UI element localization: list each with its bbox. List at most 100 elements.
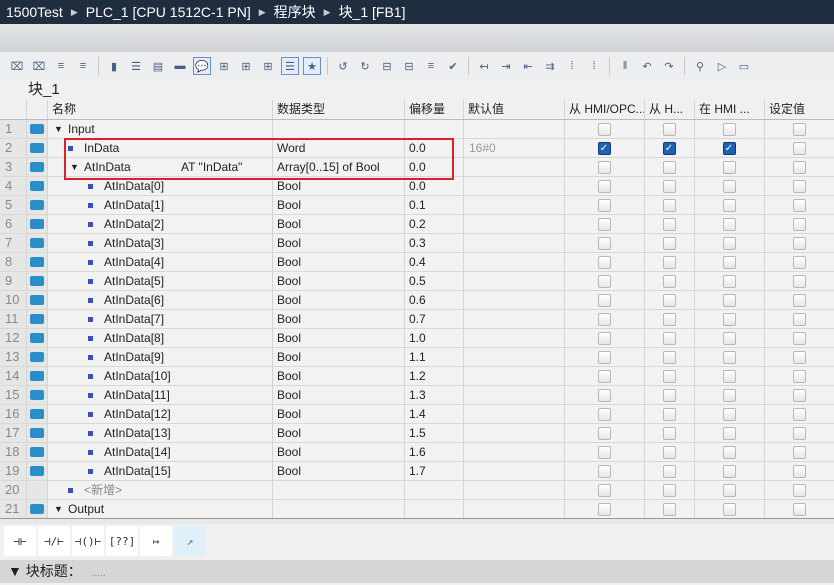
hmi-visible-checkbox[interactable] <box>662 389 676 402</box>
default-value-cell[interactable] <box>464 329 565 347</box>
hmi-accessible-checkbox[interactable] <box>597 199 611 212</box>
data-type-cell[interactable]: Bool <box>273 386 405 404</box>
hmi-visible-checkbox[interactable]: ✓ <box>662 142 676 155</box>
col-hmi-writeable[interactable]: 在 HMI ... <box>695 100 765 119</box>
coil-icon[interactable]: ⊣()⊢ <box>72 526 104 556</box>
empty-box-icon[interactable]: [??] <box>106 526 138 556</box>
breadcrumb-program-blocks[interactable]: 程序块 <box>274 0 316 24</box>
hmi-accessible-checkbox[interactable] <box>597 161 611 174</box>
default-value-cell[interactable] <box>464 177 565 195</box>
setpoint-checkbox[interactable] <box>792 408 806 421</box>
toolbar-button-icon[interactable]: 💬 <box>193 57 211 75</box>
hmi-visible-checkbox[interactable] <box>662 370 676 383</box>
hmi-accessible-checkbox[interactable] <box>597 313 611 326</box>
setpoint-checkbox[interactable] <box>792 199 806 212</box>
hmi-visible-checkbox[interactable] <box>662 199 676 212</box>
default-value-cell[interactable] <box>464 310 565 328</box>
name-cell[interactable]: AtInData[1] <box>48 196 273 214</box>
hmi-accessible-checkbox[interactable] <box>597 275 611 288</box>
toolbar-button-icon[interactable]: ↶ <box>638 57 656 75</box>
hmi-writeable-checkbox[interactable] <box>722 161 736 174</box>
toolbar-button-icon[interactable]: ⊞ <box>237 57 255 75</box>
default-value-cell[interactable] <box>464 215 565 233</box>
table-row[interactable]: 15 AtInData[11] Bool 1.3 <box>0 386 834 405</box>
default-value-cell[interactable] <box>464 405 565 423</box>
hmi-visible-checkbox[interactable] <box>662 123 676 136</box>
table-row[interactable]: 5 AtInData[1] Bool 0.1 <box>0 196 834 215</box>
name-cell[interactable]: AtInData[4] <box>48 253 273 271</box>
name-cell[interactable]: AtInData[7] <box>48 310 273 328</box>
toolbar-button-icon[interactable]: ↷ <box>660 57 678 75</box>
hmi-accessible-checkbox[interactable] <box>597 256 611 269</box>
hmi-accessible-checkbox[interactable] <box>597 237 611 250</box>
table-row[interactable]: 19 AtInData[15] Bool 1.7 <box>0 462 834 481</box>
default-value-cell[interactable] <box>464 386 565 404</box>
hmi-writeable-checkbox[interactable] <box>722 256 736 269</box>
hmi-visible-checkbox[interactable] <box>662 180 676 193</box>
name-cell[interactable]: AtInData[15] <box>48 462 273 480</box>
setpoint-checkbox[interactable] <box>792 256 806 269</box>
hmi-accessible-checkbox[interactable] <box>597 294 611 307</box>
setpoint-checkbox[interactable] <box>792 351 806 364</box>
toolbar-button-icon[interactable]: ⊞ <box>259 57 277 75</box>
default-value-cell[interactable] <box>464 462 565 480</box>
breadcrumb-project[interactable]: 1500Test <box>6 0 63 24</box>
default-value-cell[interactable] <box>464 443 565 461</box>
toolbar-button-icon[interactable]: ⁞ <box>563 57 581 75</box>
setpoint-checkbox[interactable] <box>792 180 806 193</box>
col-hmi-visible[interactable]: 从 H... <box>645 100 695 119</box>
default-value-cell[interactable] <box>464 348 565 366</box>
hmi-writeable-checkbox[interactable] <box>722 332 736 345</box>
hmi-accessible-checkbox[interactable] <box>597 332 611 345</box>
toolbar-button-icon[interactable]: ★ <box>303 57 321 75</box>
table-row[interactable]: 7 AtInData[3] Bool 0.3 <box>0 234 834 253</box>
name-cell[interactable]: ▼ Input <box>48 120 273 138</box>
hmi-accessible-checkbox[interactable] <box>597 484 611 497</box>
toolbar-button-icon[interactable]: ⇥ <box>497 57 515 75</box>
hmi-visible-checkbox[interactable] <box>662 351 676 364</box>
hmi-writeable-checkbox[interactable] <box>722 389 736 402</box>
table-row[interactable]: 18 AtInData[14] Bool 1.6 <box>0 443 834 462</box>
table-row[interactable]: 21 ▼ Output <box>0 500 834 519</box>
hmi-visible-checkbox[interactable] <box>662 218 676 231</box>
expand-toggle-icon[interactable]: ▼ <box>54 120 63 138</box>
hmi-writeable-checkbox[interactable] <box>722 294 736 307</box>
setpoint-checkbox[interactable] <box>792 503 806 516</box>
hmi-visible-checkbox[interactable] <box>662 408 676 421</box>
hmi-visible-checkbox[interactable] <box>662 465 676 478</box>
hmi-visible-checkbox[interactable] <box>662 503 676 516</box>
col-name[interactable]: 名称 <box>48 100 273 119</box>
hmi-writeable-checkbox[interactable] <box>722 237 736 250</box>
toolbar-button-icon[interactable]: ▷ <box>713 57 731 75</box>
table-row[interactable]: 1 ▼ Input <box>0 120 834 139</box>
close-branch-icon[interactable]: ↗ <box>174 526 206 556</box>
default-value-cell[interactable] <box>464 196 565 214</box>
data-type-cell[interactable] <box>273 500 405 518</box>
hmi-visible-checkbox[interactable] <box>662 332 676 345</box>
data-type-cell[interactable]: Bool <box>273 348 405 366</box>
hmi-accessible-checkbox[interactable] <box>597 180 611 193</box>
setpoint-checkbox[interactable] <box>792 446 806 459</box>
hmi-visible-checkbox[interactable] <box>662 256 676 269</box>
default-value-cell[interactable] <box>464 158 565 176</box>
block-title-input[interactable]: ..... <box>92 568 106 579</box>
toolbar-button-icon[interactable]: ⇉ <box>541 57 559 75</box>
hmi-visible-checkbox[interactable] <box>662 294 676 307</box>
hmi-accessible-checkbox[interactable] <box>597 123 611 136</box>
open-branch-icon[interactable]: ↦ <box>140 526 172 556</box>
hmi-writeable-checkbox[interactable] <box>722 199 736 212</box>
hmi-accessible-checkbox[interactable] <box>597 446 611 459</box>
hmi-writeable-checkbox[interactable] <box>722 351 736 364</box>
data-type-cell[interactable]: Bool <box>273 196 405 214</box>
name-cell[interactable]: AtInData[13] <box>48 424 273 442</box>
hmi-writeable-checkbox[interactable] <box>722 427 736 440</box>
hmi-writeable-checkbox[interactable] <box>722 180 736 193</box>
default-value-cell[interactable] <box>464 272 565 290</box>
table-row[interactable]: 17 AtInData[13] Bool 1.5 <box>0 424 834 443</box>
hmi-accessible-checkbox[interactable] <box>597 465 611 478</box>
hmi-accessible-checkbox[interactable] <box>597 408 611 421</box>
table-row[interactable]: 10 AtInData[6] Bool 0.6 <box>0 291 834 310</box>
table-row[interactable]: 9 AtInData[5] Bool 0.5 <box>0 272 834 291</box>
setpoint-checkbox[interactable] <box>792 427 806 440</box>
name-cell[interactable]: ▼ Output <box>48 500 273 518</box>
